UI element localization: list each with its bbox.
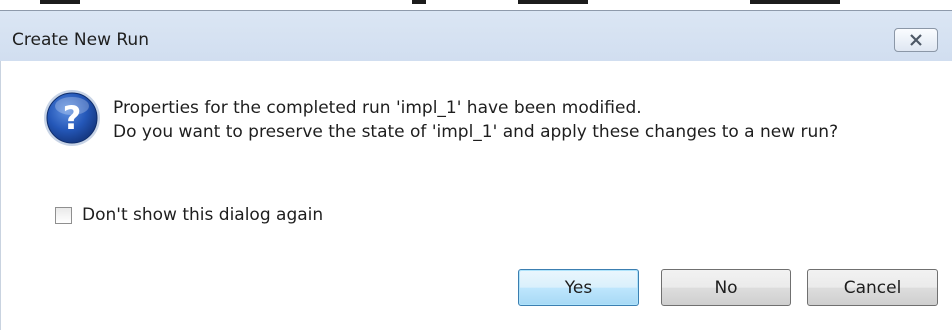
svg-text:?: ?	[63, 99, 82, 137]
dialog-title: Create New Run	[12, 30, 149, 50]
create-new-run-dialog: Create New Run ? Properties for the comp…	[0, 10, 952, 330]
background-text-fragment	[412, 0, 426, 4]
close-icon	[910, 34, 922, 46]
dont-show-again-row[interactable]: Don't show this dialog again	[55, 205, 323, 225]
dont-show-again-checkbox[interactable]	[55, 206, 72, 224]
background-text-fragment	[40, 0, 80, 4]
no-button[interactable]: No	[661, 269, 791, 306]
cancel-button[interactable]: Cancel	[807, 269, 938, 306]
question-icon: ?	[44, 90, 100, 146]
message-line-2: Do you want to preserve the state of 'im…	[113, 122, 839, 142]
dont-show-again-label[interactable]: Don't show this dialog again	[82, 205, 323, 225]
close-button[interactable]	[894, 28, 938, 52]
dialog-titlebar[interactable]: Create New Run	[0, 11, 952, 61]
background-text-fragment	[518, 0, 588, 4]
message-line-1: Properties for the completed run 'impl_1…	[113, 98, 642, 118]
yes-button[interactable]: Yes	[518, 269, 639, 306]
dialog-message: Properties for the completed run 'impl_1…	[113, 96, 838, 144]
dialog-body: ? Properties for the completed run 'impl…	[0, 61, 952, 330]
background-text-fragment	[750, 0, 840, 4]
